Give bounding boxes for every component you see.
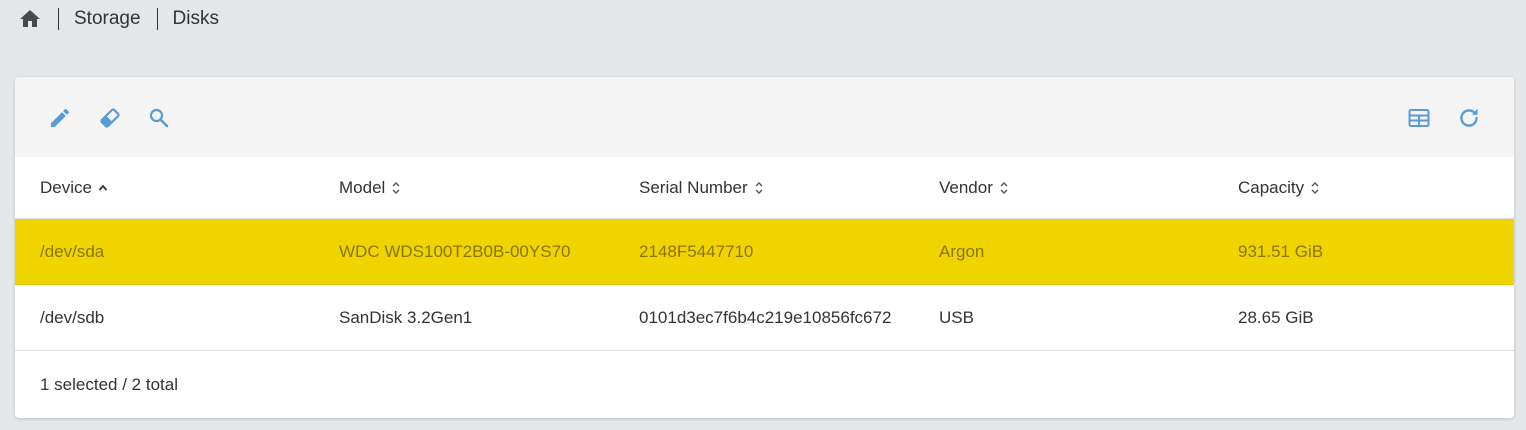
sort-icon (1310, 181, 1320, 195)
breadcrumb: Storage Disks (18, 5, 219, 33)
sort-icon (391, 181, 401, 195)
column-header-capacity[interactable]: Capacity (1238, 157, 1320, 218)
home-icon[interactable] (18, 7, 42, 31)
breadcrumb-separator (58, 8, 59, 30)
cell-device: /dev/sda (40, 241, 105, 261)
cell-vendor: Argon (939, 241, 985, 261)
cell-model: SanDisk 3.2Gen1 (339, 307, 473, 327)
column-header-serial-number[interactable]: Serial Number (639, 157, 764, 218)
column-label: Capacity (1238, 177, 1305, 197)
column-label: Serial Number (639, 177, 748, 197)
pencil-icon[interactable] (47, 105, 73, 131)
breadcrumb-separator (156, 8, 158, 30)
breadcrumb-storage[interactable]: Storage (74, 8, 141, 30)
column-header-model[interactable]: Model (339, 157, 401, 218)
selection-status: 1 selected / 2 total (40, 375, 178, 394)
sort-ascending-icon (98, 183, 108, 193)
cell-model: WDC WDS100T2B0B-00YS70 (339, 241, 571, 261)
toolbar (15, 77, 1514, 157)
column-label: Vendor (939, 177, 993, 197)
cell-device: /dev/sdb (40, 307, 105, 327)
column-header-vendor[interactable]: Vendor (939, 157, 1009, 218)
sort-icon (754, 181, 764, 195)
table-header: Device Model Serial Number Vendor Capaci… (15, 157, 1514, 219)
eraser-icon[interactable] (97, 105, 123, 131)
cell-capacity: 931.51 GiB (1238, 241, 1324, 261)
sort-icon (999, 181, 1009, 195)
cell-capacity: 28.65 GiB (1238, 307, 1314, 327)
table-row[interactable]: /dev/sdb SanDisk 3.2Gen1 0101d3ec7f6b4c2… (15, 285, 1514, 351)
disks-panel: Device Model Serial Number Vendor Capaci… (15, 77, 1514, 418)
cell-serial-number: 2148F5447710 (639, 241, 754, 261)
breadcrumb-disks[interactable]: Disks (173, 8, 219, 30)
table-footer: 1 selected / 2 total (15, 351, 1514, 418)
table-columns-icon[interactable] (1406, 105, 1432, 131)
search-icon[interactable] (146, 105, 172, 131)
cell-vendor: USB (939, 307, 974, 327)
column-label: Device (40, 177, 92, 197)
table-row[interactable]: /dev/sda WDC WDS100T2B0B-00YS70 2148F544… (15, 219, 1514, 285)
cell-serial-number: 0101d3ec7f6b4c219e10856fc672 (639, 307, 892, 327)
column-header-device[interactable]: Device (40, 157, 108, 218)
refresh-icon[interactable] (1456, 105, 1482, 131)
column-label: Model (339, 177, 386, 197)
